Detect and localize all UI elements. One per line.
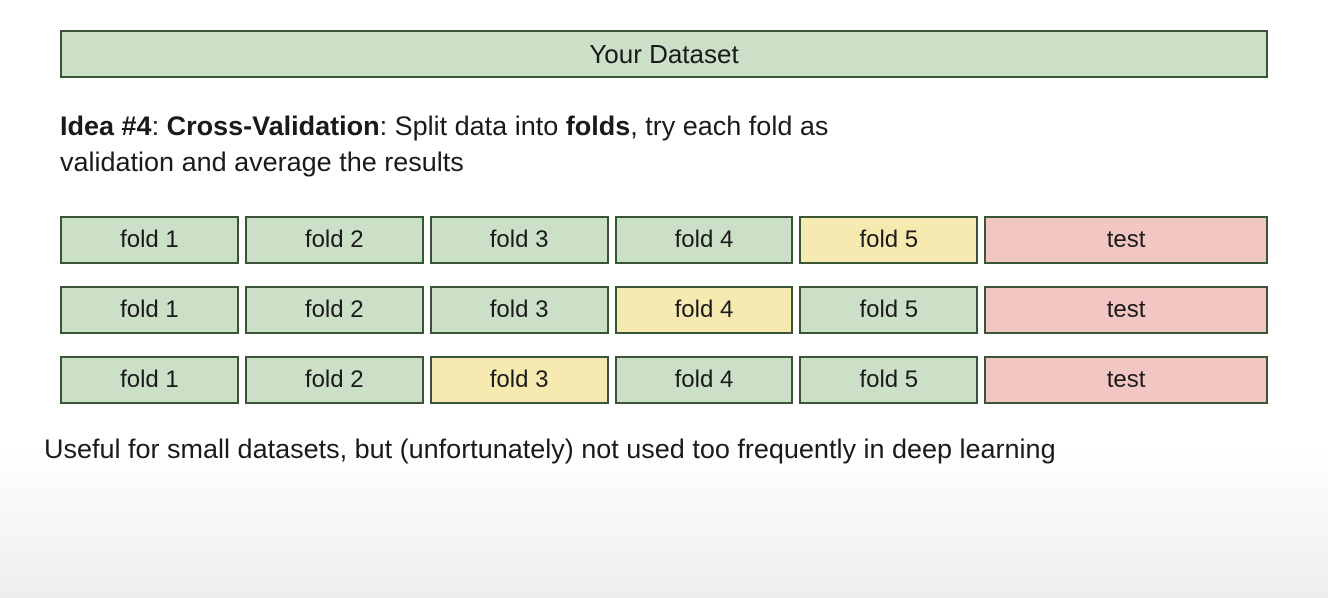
colon1: : [152, 111, 167, 141]
test-cell: test [984, 216, 1268, 264]
fold-cell: fold 1 [60, 356, 239, 404]
test-cell: test [984, 286, 1268, 334]
fold-cell: fold 4 [615, 286, 794, 334]
fold-cell: fold 2 [245, 286, 424, 334]
desc-tail1: : Split data into [380, 111, 566, 141]
idea-number: Idea #4 [60, 111, 152, 141]
fold-cell: fold 3 [430, 216, 609, 264]
fold-cell: fold 3 [430, 286, 609, 334]
fold-cell: fold 1 [60, 286, 239, 334]
fold-rows: fold 1fold 2fold 3fold 4fold 5testfold 1… [60, 216, 1268, 404]
fold-cell: fold 2 [245, 356, 424, 404]
desc-bold2: folds [566, 111, 631, 141]
fold-cell: fold 2 [245, 216, 424, 264]
fold-row: fold 1fold 2fold 3fold 4fold 5test [60, 216, 1268, 264]
fold-cell: fold 4 [615, 356, 794, 404]
idea-term: Cross-Validation [167, 111, 380, 141]
fold-cell: fold 1 [60, 216, 239, 264]
fold-cell: fold 5 [799, 286, 978, 334]
footer-note: Useful for small datasets, but (unfortun… [40, 434, 1288, 465]
fold-cell: fold 4 [615, 216, 794, 264]
idea-description: Idea #4: Cross-Validation: Split data in… [60, 108, 920, 181]
fold-row: fold 1fold 2fold 3fold 4fold 5test [60, 356, 1268, 404]
fold-row: fold 1fold 2fold 3fold 4fold 5test [60, 286, 1268, 334]
fold-cell: fold 5 [799, 216, 978, 264]
fold-cell: fold 3 [430, 356, 609, 404]
dataset-banner: Your Dataset [60, 30, 1268, 78]
test-cell: test [984, 356, 1268, 404]
fold-cell: fold 5 [799, 356, 978, 404]
